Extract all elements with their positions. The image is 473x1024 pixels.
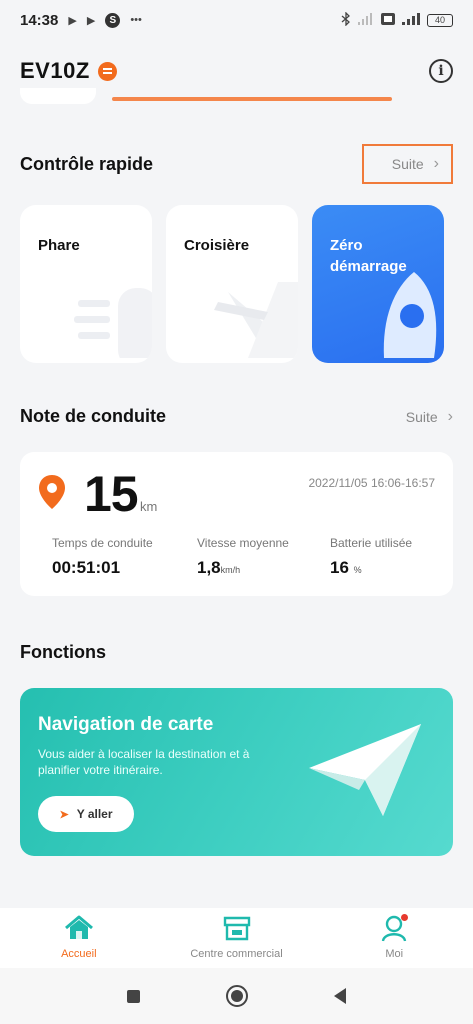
location-pin-icon — [38, 474, 66, 515]
signal-icon — [402, 12, 420, 28]
bottom-nav-label: Accueil — [61, 948, 97, 960]
wifi-icon — [381, 12, 395, 28]
bluetooth-icon — [341, 10, 351, 29]
map-navigation-card[interactable]: Navigation de carte Vous aider à localis… — [20, 688, 453, 856]
paper-plane-icon — [307, 720, 425, 825]
status-left: 14:38 ▶ ▶ S ••• — [20, 12, 142, 29]
bottom-nav-label: Centre commercial — [190, 948, 283, 960]
metric-value-number: 16 — [330, 558, 349, 577]
signal-icon — [358, 12, 374, 28]
metric-average-speed: Vitesse moyenne 1,8km/h — [197, 536, 289, 578]
headlight-icon — [68, 268, 152, 363]
distance-unit: km — [140, 499, 158, 514]
go-button-label: Y aller — [76, 807, 113, 821]
driving-note-card[interactable]: 15 km 2022/11/05 16:06-16:57 Temps de co… — [20, 452, 453, 596]
quick-card-zero-start[interactable]: Zéro démarrage — [312, 205, 444, 363]
metric-label: Batterie utilisée — [330, 536, 413, 550]
functions-title: Fonctions — [20, 642, 106, 662]
bottom-nav-store[interactable]: Centre commercial — [158, 908, 316, 968]
metric-value-number: 1,8 — [197, 558, 221, 577]
driving-note-title: Note de conduite — [20, 406, 167, 426]
quick-control-more-link[interactable]: Suite › — [361, 144, 453, 184]
quick-control-cards: Phare Croisière Zéro démarrage — [20, 205, 453, 363]
bottom-nav-profile[interactable]: Moi — [315, 908, 473, 968]
page-title: EV10Z — [20, 58, 90, 83]
functions-header: Fonctions — [20, 642, 453, 663]
status-time: 14:38 — [20, 11, 59, 29]
metric-value: 16 % — [330, 558, 412, 578]
home-button[interactable] — [226, 985, 248, 1007]
quick-card-label-line1: Zéro — [330, 237, 363, 254]
driving-note-more-link[interactable]: Suite › — [406, 408, 453, 426]
metric-label: Vitesse moyenne — [197, 536, 289, 550]
store-icon — [221, 914, 253, 942]
quick-control-title: Contrôle rapide — [20, 153, 154, 174]
status-right: 40 — [341, 10, 453, 29]
quick-card-label: Croisière — [184, 237, 250, 254]
metric-unit: % — [353, 565, 362, 575]
metric-label: Temps de conduite — [52, 536, 153, 550]
nav-card-title: Navigation de carte — [38, 714, 214, 735]
quick-card-headlight[interactable]: Phare — [20, 205, 152, 363]
metric-value: 1,8km/h — [197, 558, 289, 578]
bottom-nav-label: Moi — [385, 948, 404, 960]
chevron-right-icon: › — [447, 407, 453, 425]
metric-value-number: 00:51:01 — [52, 558, 121, 577]
cruise-icon — [208, 262, 298, 363]
system-nav-bar — [0, 968, 473, 1024]
battery-icon: 40 — [427, 13, 453, 27]
nav-card-description: Vous aider à localiser la destination et… — [38, 747, 250, 777]
home-icon — [63, 914, 95, 942]
more-link-label: Suite — [391, 156, 424, 172]
more-dots-icon: ••• — [130, 14, 142, 26]
recents-button[interactable] — [127, 989, 140, 1003]
bottom-nav-home[interactable]: Accueil — [0, 908, 158, 968]
play-icon: ▶ — [86, 14, 96, 27]
profile-icon — [378, 914, 410, 942]
s-app-icon: S — [105, 12, 121, 28]
quick-card-cruise[interactable]: Croisière — [166, 205, 298, 363]
navigation-arrow-icon: ➤ — [59, 808, 69, 821]
status-bar: 14:38 ▶ ▶ S ••• 40 — [0, 0, 473, 40]
quick-card-label: Phare — [38, 237, 80, 254]
remnant-progress-bar — [112, 97, 392, 101]
quick-control-header: Contrôle rapide Suite › — [20, 144, 453, 184]
back-button[interactable] — [334, 988, 346, 1004]
driving-note-header: Note de conduite Suite › — [20, 406, 453, 427]
chevron-right-icon: › — [433, 155, 439, 172]
metric-unit: km/h — [220, 565, 241, 575]
play-icon: ▶ — [68, 14, 77, 27]
metric-value: 00:51:01 — [52, 558, 153, 578]
info-icon[interactable]: i — [429, 59, 453, 83]
scrolled-content-remnant — [20, 88, 453, 104]
metric-battery-used: Batterie utilisée 16 % — [330, 536, 412, 578]
go-button[interactable]: ➤ Y aller — [38, 796, 134, 832]
rocket-icon — [364, 268, 444, 363]
distance-value: 15 — [84, 466, 139, 522]
drive-date-range: 2022/11/05 16:06-16:57 — [308, 476, 435, 490]
more-link-label: Suite — [405, 408, 438, 425]
remnant-card — [20, 88, 96, 104]
metric-drive-time: Temps de conduite 00:51:01 — [52, 536, 153, 578]
bottom-nav: Accueil Centre commercial Moi — [0, 908, 473, 968]
menu-badge-icon[interactable] — [97, 61, 117, 81]
